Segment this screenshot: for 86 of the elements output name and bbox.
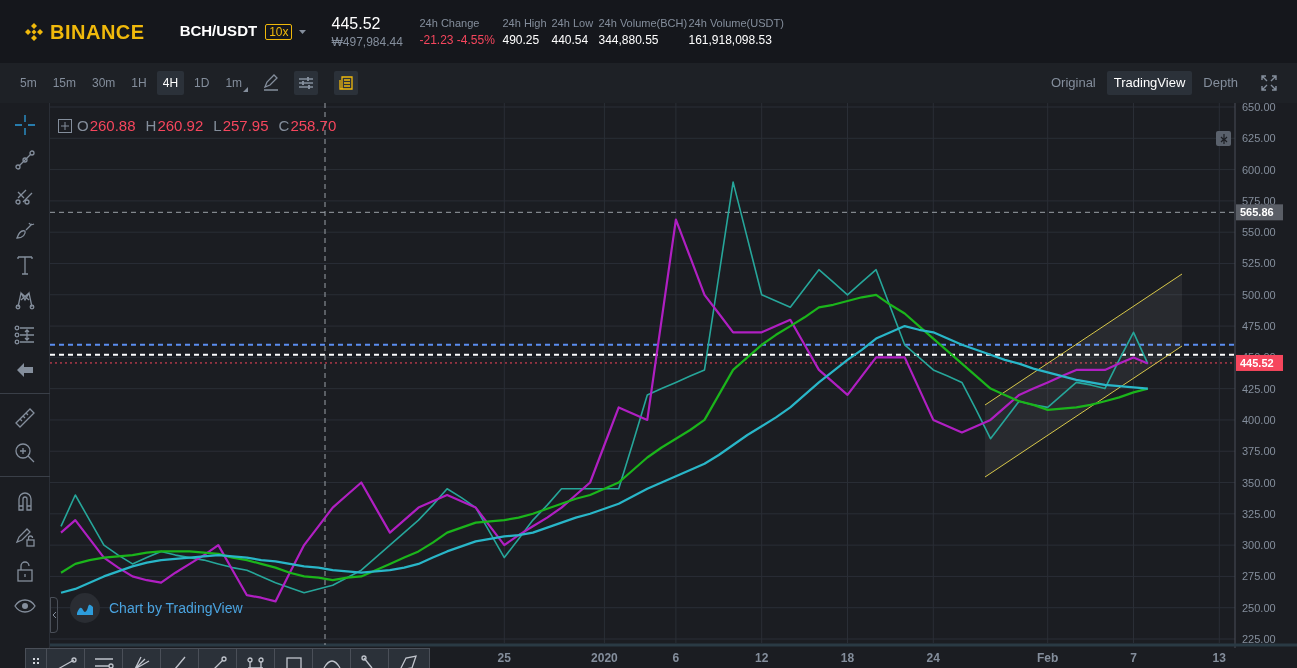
stat-value: -21.23 -4.55% [419, 31, 496, 49]
view-tab[interactable]: TradingView [1106, 71, 1193, 95]
axis-label: Feb [1037, 651, 1059, 665]
trend-line-icon[interactable] [13, 148, 36, 171]
interval-tab[interactable]: 15m [46, 71, 82, 95]
converted-price: ₩497,984.44 [331, 33, 404, 50]
stat-label: 24h Low [551, 15, 595, 31]
pencil-icon[interactable] [262, 74, 281, 92]
last-price: 445.52 [331, 13, 382, 34]
notes-button[interactable] [334, 71, 359, 95]
ref-line-label: 445.52 [1240, 356, 1274, 369]
corner-caret-icon [243, 87, 249, 92]
zoom-in-icon[interactable] [13, 441, 36, 464]
expand-icon[interactable] [58, 119, 72, 134]
ray-icon [173, 656, 186, 668]
axis-label: 475.00 [1242, 320, 1276, 333]
legend-value: 260.88 [89, 116, 136, 136]
interval-tab[interactable]: 1D [188, 71, 216, 95]
crosshair-icon[interactable] [13, 113, 36, 136]
logo-icon[interactable] [24, 21, 44, 42]
collapse-tab[interactable] [50, 597, 58, 633]
brand-name[interactable]: BINANCE [50, 16, 145, 47]
fullscreen-icon[interactable] [1261, 75, 1277, 91]
axis-label: 350.00 [1242, 476, 1276, 489]
stat-label: 24h Volume(BCH) [598, 15, 689, 31]
axis-label: 24 [926, 651, 940, 665]
view-tab[interactable]: Depth [1196, 71, 1245, 95]
legend-value: 260.92 [157, 116, 204, 136]
legend-label: O [77, 116, 89, 136]
interval-tab[interactable]: 1H [125, 71, 153, 95]
axis-label: 375.00 [1242, 445, 1276, 458]
stat-label: 24h Change [419, 15, 481, 31]
axis-label: 275.00 [1242, 570, 1276, 583]
interval-tab[interactable]: 1m [219, 71, 249, 95]
axis-label: 6 [672, 651, 680, 665]
ref-line-label: 565.86 [1240, 206, 1274, 219]
stat-value: 344,880.55 [598, 31, 660, 49]
settings-button[interactable] [294, 71, 319, 95]
interval-tab[interactable]: 5m [14, 71, 43, 95]
axis-label: 25 [497, 651, 511, 665]
axis-label: 425.00 [1242, 382, 1276, 395]
caret-icon[interactable] [298, 27, 308, 36]
interval-tab[interactable]: 4H [156, 71, 185, 95]
ruler-icon[interactable] [13, 406, 36, 429]
view-tab[interactable]: Original [1043, 71, 1103, 95]
axis-label: 550.00 [1242, 226, 1276, 239]
stat-value: 161,918,098.53 [688, 31, 773, 49]
axis-label: 13 [1212, 651, 1226, 665]
document-icon [338, 75, 355, 91]
fan-lines-icon [133, 656, 150, 668]
axis-label: 600.00 [1242, 163, 1276, 176]
axis-label: 500.00 [1242, 288, 1276, 301]
axis-label: 225.00 [1242, 633, 1276, 645]
legend-value: 258.70 [290, 116, 337, 136]
axis-label: 250.00 [1242, 601, 1276, 614]
legend-value: 257.95 [222, 116, 269, 136]
axis-label: 12 [755, 651, 769, 665]
interval-tab[interactable]: 30m [86, 71, 122, 95]
chevron-icon [51, 611, 57, 619]
axis-label: 7 [1130, 651, 1137, 665]
sliders-icon [298, 75, 315, 91]
stat-value: 440.54 [551, 31, 590, 49]
legend-label: H [145, 116, 157, 136]
stat-value: 490.25 [502, 31, 541, 49]
pair-name[interactable]: BCH/USDT [179, 20, 258, 43]
legend-label: L [213, 116, 222, 136]
measure-icon[interactable] [13, 323, 36, 346]
price-badge: 565.86 [1236, 204, 1283, 221]
axis-label: 575.00 [1242, 194, 1276, 207]
drag-handle-icon[interactable] [33, 658, 39, 664]
axis-label: 2020 [591, 651, 618, 665]
arc-icon [322, 657, 341, 668]
leverage-badge[interactable]: 10x [265, 23, 293, 40]
axis-label: 525.00 [1242, 257, 1276, 270]
scale-button[interactable] [1216, 131, 1231, 146]
axis-label: 625.00 [1242, 132, 1276, 145]
axis-label: 300.00 [1242, 539, 1276, 552]
stat-label: 24h High [502, 15, 548, 31]
stat-label: 24h Volume(USDT) [688, 15, 785, 31]
axis-label: 325.00 [1242, 507, 1276, 520]
axis-label: 18 [840, 651, 855, 665]
legend-label: C [278, 116, 290, 136]
axis-label: 400.00 [1242, 413, 1276, 426]
axis-label: 650.00 [1242, 103, 1276, 113]
fibonacci-icon [247, 657, 264, 668]
credit-link[interactable]: Chart by TradingView [109, 597, 243, 619]
